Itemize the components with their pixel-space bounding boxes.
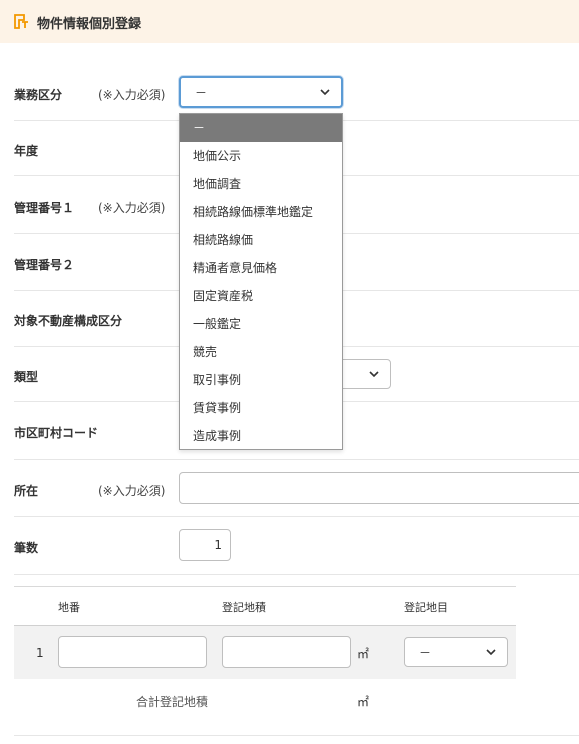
row-hissu: 筆数	[14, 517, 579, 575]
kanri1-label: 管理番号１	[14, 201, 75, 215]
dropdown-option[interactable]: 賃貸事例	[180, 394, 342, 422]
chevron-down-icon	[369, 371, 379, 378]
chevron-down-icon	[320, 89, 330, 96]
app-logo-icon	[14, 14, 28, 29]
required-note: (※入力必須)	[98, 484, 166, 498]
shozai-label: 所在	[14, 484, 39, 498]
kanri2-label: 管理番号２	[14, 258, 75, 272]
gyomu-select-value: －	[195, 85, 208, 100]
dropdown-option[interactable]: 精通者意見価格	[180, 254, 342, 282]
chiban-input[interactable]	[58, 636, 207, 668]
hissu-value: 1	[214, 538, 222, 552]
chevron-down-icon	[486, 649, 496, 656]
bottom-divider	[14, 735, 579, 736]
page-header: 物件情報個別登録	[0, 0, 579, 43]
gyomu-label: 業務区分	[14, 88, 63, 102]
area-unit: ㎡	[357, 647, 370, 661]
hissu-input[interactable]: 1	[179, 529, 231, 561]
dropdown-option[interactable]: 相続路線価	[180, 226, 342, 254]
total-area-unit: ㎡	[357, 695, 370, 709]
required-note: (※入力必須)	[98, 201, 166, 215]
dropdown-option[interactable]: 造成事例	[180, 422, 342, 450]
required-note: (※入力必須)	[98, 88, 166, 102]
hissu-label: 筆数	[14, 541, 39, 555]
row-number: 1	[36, 646, 44, 660]
ruikei-label: 類型	[14, 370, 39, 384]
chimoku-select-value: －	[419, 645, 432, 660]
total-area-label: 合計登記地積	[136, 695, 209, 709]
header-chimoku: 登記地目	[404, 601, 448, 614]
dropdown-option[interactable]: 競売	[180, 338, 342, 366]
gyomu-select[interactable]: －	[179, 76, 343, 108]
table-row: 1 ㎡ －	[14, 626, 516, 679]
gyomu-dropdown-list[interactable]: －地価公示 地価調査 相続路線価標準地鑑定 相続路線価 精通者意見価格 固定資産税 一般鑑定…	[179, 113, 343, 450]
page-title: 物件情報個別登録	[37, 17, 142, 32]
shiku-label: 市区町村コード	[14, 426, 99, 440]
dropdown-option[interactable]: －	[180, 114, 342, 142]
header-chiban: 地番	[58, 601, 80, 614]
taisho-label: 対象不動産構成区分	[14, 314, 123, 328]
dropdown-option[interactable]: 相続路線価標準地鑑定	[180, 198, 342, 226]
dropdown-option[interactable]: 固定資産税	[180, 282, 342, 310]
nendo-label: 年度	[14, 144, 39, 158]
menseki-input[interactable]	[222, 636, 351, 668]
chimoku-select[interactable]: －	[404, 637, 508, 667]
dropdown-option[interactable]: 一般鑑定	[180, 310, 342, 338]
dropdown-option[interactable]: 取引事例	[180, 366, 342, 394]
dropdown-option[interactable]: 地価調査	[180, 170, 342, 198]
shozai-input[interactable]	[179, 472, 579, 504]
table-top-border	[14, 586, 516, 587]
dropdown-option[interactable]: 地価公示	[180, 142, 342, 170]
header-menseki: 登記地積	[222, 601, 266, 614]
